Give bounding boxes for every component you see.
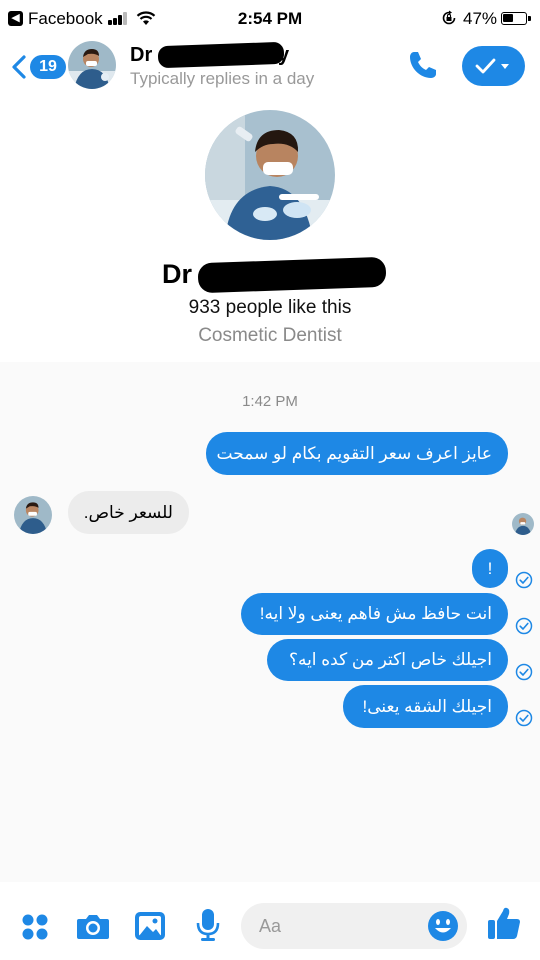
message-timestamp: 1:42 PM (242, 393, 298, 410)
caret-down-icon (501, 64, 509, 69)
message-bubble-outgoing[interactable]: اجيلك الشقه يعنى! (343, 685, 508, 728)
redaction-mark (157, 41, 285, 69)
message-bubble-outgoing[interactable]: ! (472, 549, 508, 588)
seen-avatar (512, 513, 534, 535)
message-input[interactable] (259, 913, 419, 939)
rotation-lock-icon (442, 10, 456, 25)
message-bubble-incoming[interactable]: للسعر خاص. (68, 491, 189, 534)
delivered-check-icon (515, 617, 533, 635)
chevron-left-icon (12, 55, 26, 79)
microphone-icon[interactable] (196, 908, 220, 942)
status-bar: ◀ Facebook 2:54 PM 47% (0, 0, 540, 38)
conversation-title-tail: y (278, 44, 290, 66)
message-bubble-outgoing[interactable]: اجيلك خاص اكتر من كده ايه؟ (267, 639, 508, 681)
apps-grid-icon[interactable] (21, 913, 49, 941)
unread-count-badge: 19 (30, 55, 66, 79)
phone-icon[interactable] (406, 48, 440, 82)
message-composer[interactable] (241, 903, 467, 949)
sender-avatar[interactable] (14, 496, 52, 534)
message-bubble-outgoing[interactable]: انت حافظ مش فاهم يعنى ولا ايه! (241, 593, 508, 635)
gallery-icon[interactable] (134, 911, 166, 941)
camera-icon[interactable] (76, 912, 110, 940)
page-likes: 933 people like this (188, 297, 352, 318)
clock: 2:54 PM (237, 9, 303, 28)
page-name: Dr (162, 259, 193, 289)
delivered-check-icon (515, 571, 533, 589)
battery-percent: 47% (463, 9, 498, 28)
check-icon (475, 58, 509, 74)
battery-icon (501, 12, 531, 25)
profile-avatar[interactable] (205, 110, 335, 240)
composer-bar (0, 882, 540, 960)
delivered-check-icon (515, 709, 533, 727)
redaction-mark (197, 256, 387, 294)
conversation-header: 19 Dr y Typically replies in a day (0, 38, 540, 96)
page-category: Cosmetic Dentist (198, 325, 342, 346)
conversation-title: Dr (130, 44, 153, 66)
response-time-subtitle: Typically replies in a day (130, 69, 315, 88)
emoji-icon[interactable] (427, 910, 459, 942)
avatar[interactable] (68, 41, 116, 89)
thumbs-up-icon[interactable] (487, 906, 521, 940)
message-bubble-outgoing[interactable]: عايز اعرف سعر التقويم بكام لو سمحت (206, 432, 508, 475)
delivered-check-icon (515, 663, 533, 681)
back-button[interactable]: 19 (8, 50, 66, 84)
status-menu-button[interactable] (462, 46, 525, 86)
